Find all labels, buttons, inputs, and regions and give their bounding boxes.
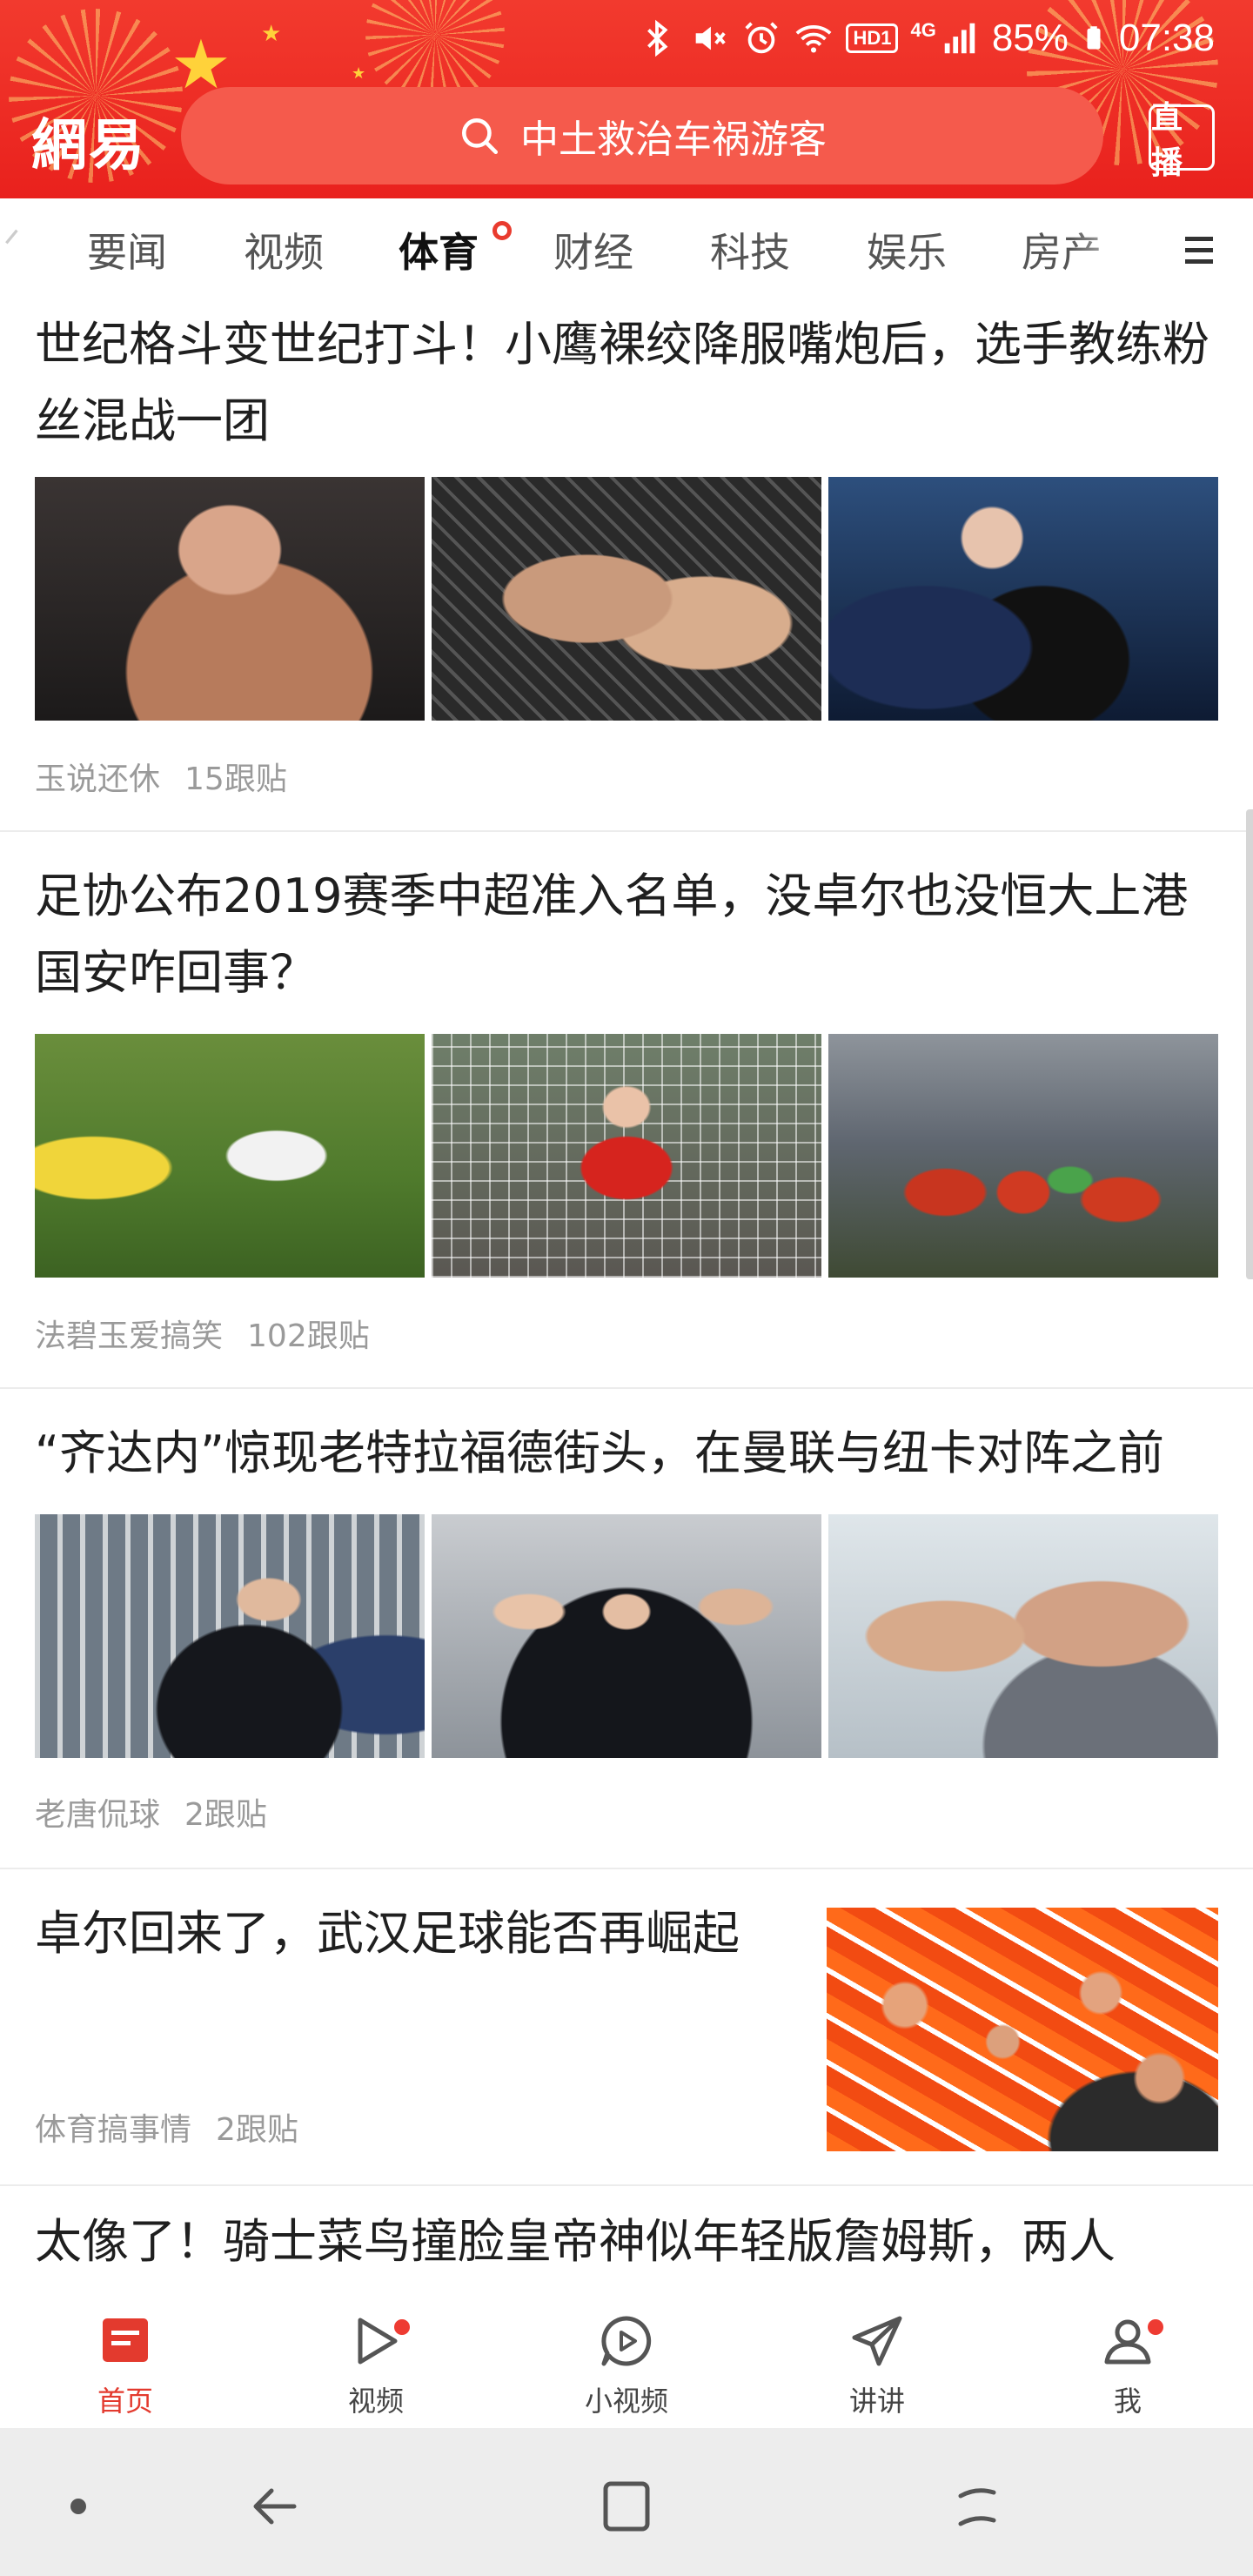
channel-menu-icon[interactable] <box>1182 231 1216 270</box>
article-source[interactable]: 法碧玉爱搞笑 <box>35 1318 223 1354</box>
goal-net-model-photo[interactable] <box>432 1034 821 1278</box>
battery-percent: 85% <box>991 17 1069 59</box>
hd-icon: HD1 <box>846 23 899 53</box>
nav-label: 视频 <box>347 2385 404 2418</box>
tab-news[interactable]: 要闻 <box>87 221 167 278</box>
home-news-icon <box>103 2318 148 2362</box>
article-meta: 玉说还休 15跟贴 <box>35 754 287 799</box>
article-title[interactable]: “齐达内”惊现老特拉福德街头，在曼联与纽卡对阵之前 <box>35 1415 1236 1492</box>
nav-label: 小视频 <box>584 2385 668 2418</box>
video-badge-dot <box>392 2317 412 2338</box>
short-video-icon <box>601 2316 652 2366</box>
ufc-stage-confrontation-photo[interactable] <box>828 477 1218 721</box>
scroll-edge-indicator[interactable] <box>1246 809 1253 1279</box>
news-feed: 世纪格斗变世纪打斗！小鹰裸绞降服嘴炮后，选手教练粉丝混战一团 玉说还休 15跟贴 … <box>0 303 1253 2287</box>
orange-fans-stand-photo[interactable] <box>827 1908 1218 2151</box>
tab-tech[interactable]: 科技 <box>710 221 790 278</box>
status-clock: 07:38 <box>1118 17 1215 59</box>
nav-short-video[interactable]: 小视频 <box>539 2310 714 2419</box>
article-title[interactable]: 太像了！骑士菜鸟撞脸皇帝神似年轻版詹姆斯，两人 <box>35 2204 1236 2280</box>
bluetooth-icon <box>647 19 668 57</box>
article-card[interactable]: “齐达内”惊现老特拉福德街头，在曼联与纽卡对阵之前 老唐侃球 2跟贴 <box>0 1389 1253 1869</box>
article-card[interactable]: 世纪格斗变世纪打斗！小鹰裸绞降服嘴炮后，选手教练粉丝混战一团 玉说还休 15跟贴 <box>0 303 1253 832</box>
article-source[interactable]: 老唐侃球 <box>35 1797 160 1833</box>
recents-icon[interactable] <box>592 2472 661 2541</box>
search-hot-word: 中土救治车祸游客 <box>520 117 827 162</box>
tab-entertainment[interactable]: 娱乐 <box>867 221 947 278</box>
tab-finance[interactable]: 财经 <box>553 221 633 278</box>
street-fans-photo[interactable] <box>35 1514 425 1758</box>
me-badge-dot <box>1145 2317 1166 2338</box>
dot-icon[interactable] <box>44 2472 113 2541</box>
channel-tabs: ᐟ 要闻 视频 体育 财经 科技 娱乐 房产 <box>0 198 1253 303</box>
article-title[interactable]: 卓尔回来了，武汉足球能否再崛起 <box>35 1895 801 1972</box>
send-icon <box>852 2316 902 2366</box>
stadium-team-photo[interactable] <box>828 1034 1218 1278</box>
tab-video[interactable]: 视频 <box>244 221 324 278</box>
nav-video[interactable]: 视频 <box>289 2310 463 2419</box>
battery-icon <box>1087 26 1101 50</box>
article-thumbnails <box>35 477 1218 721</box>
article-source[interactable]: 玉说还休 <box>35 761 160 797</box>
selfie-crowd-photo[interactable] <box>432 1514 821 1758</box>
coaches-closeup-photo[interactable] <box>828 1514 1218 1758</box>
nav-home[interactable]: 首页 <box>38 2310 212 2419</box>
nav-label: 首页 <box>97 2385 153 2418</box>
article-title[interactable]: 足协公布2019赛季中超准入名单，没卓尔也没恒大上港国安咋回事？ <box>35 858 1218 1011</box>
youth-football-photo[interactable] <box>35 1034 425 1278</box>
app-header: ★ ★ ★ ★ HD1 4G 85% 07:38 網易 中土救治车祸游客 直播 <box>0 0 1253 198</box>
nav-label: 讲讲 <box>848 2385 905 2418</box>
wifi-icon <box>795 25 832 53</box>
netease-logo[interactable]: 網易 <box>31 101 146 181</box>
live-button[interactable]: 直播 <box>1149 100 1215 181</box>
status-bar: HD1 4G 85% 07:38 <box>0 0 1253 75</box>
article-meta: 法碧玉爱搞笑 102跟贴 <box>35 1311 370 1356</box>
search-bar[interactable]: 中土救治车祸游客 <box>181 87 1103 184</box>
search-icon <box>462 118 499 155</box>
nav-label: 我 <box>1113 2385 1142 2418</box>
comment-count[interactable]: 15跟贴 <box>184 761 287 797</box>
article-meta: 体育搞事情 2跟贴 <box>35 2104 298 2150</box>
octagon-grappling-photo[interactable] <box>432 477 821 721</box>
tab-partial-left[interactable]: ᐟ <box>3 221 20 268</box>
comment-count[interactable]: 2跟贴 <box>184 1797 267 1833</box>
tabs-fade <box>1070 198 1166 294</box>
bottom-navigation: 首页 视频 小视频 讲讲 我 <box>0 2287 1253 2428</box>
article-card[interactable]: 太像了！骑士菜鸟撞脸皇帝神似年轻版詹姆斯，两人 <box>0 2186 1253 2287</box>
article-title[interactable]: 世纪格斗变世纪打斗！小鹰裸绞降服嘴炮后，选手教练粉丝混战一团 <box>35 306 1218 460</box>
article-meta: 老唐侃球 2跟贴 <box>35 1789 267 1835</box>
signal-4g-icon <box>944 23 975 54</box>
comment-count[interactable]: 102跟贴 <box>247 1318 370 1354</box>
status-icons: HD1 4G 85% 07:38 <box>637 12 1215 64</box>
nav-me[interactable]: 我 <box>1041 2310 1215 2419</box>
comment-count[interactable]: 2跟贴 <box>216 2112 298 2148</box>
network-type-label: 4G <box>910 19 936 41</box>
back-icon[interactable] <box>242 2472 312 2541</box>
article-card[interactable]: 足协公布2019赛季中超准入名单，没卓尔也没恒大上港国安咋回事？ 法碧玉爱搞笑 1… <box>0 832 1253 1389</box>
nav-talk[interactable]: 讲讲 <box>790 2310 964 2419</box>
article-card[interactable]: 卓尔回来了，武汉足球能否再崛起 体育搞事情 2跟贴 <box>0 1869 1253 2186</box>
alarm-icon <box>745 22 779 54</box>
tab-new-dot <box>492 221 512 240</box>
ufa-press-conference-photo[interactable] <box>35 477 425 721</box>
article-thumbnails <box>35 1514 1218 1758</box>
mute-icon <box>696 26 727 50</box>
system-navigation-bar <box>0 2428 1253 2576</box>
article-source[interactable]: 体育搞事情 <box>35 2112 191 2148</box>
article-thumbnails <box>35 1034 1218 1278</box>
home-icon[interactable] <box>941 2472 1011 2541</box>
tab-sports[interactable]: 体育 <box>399 221 479 278</box>
